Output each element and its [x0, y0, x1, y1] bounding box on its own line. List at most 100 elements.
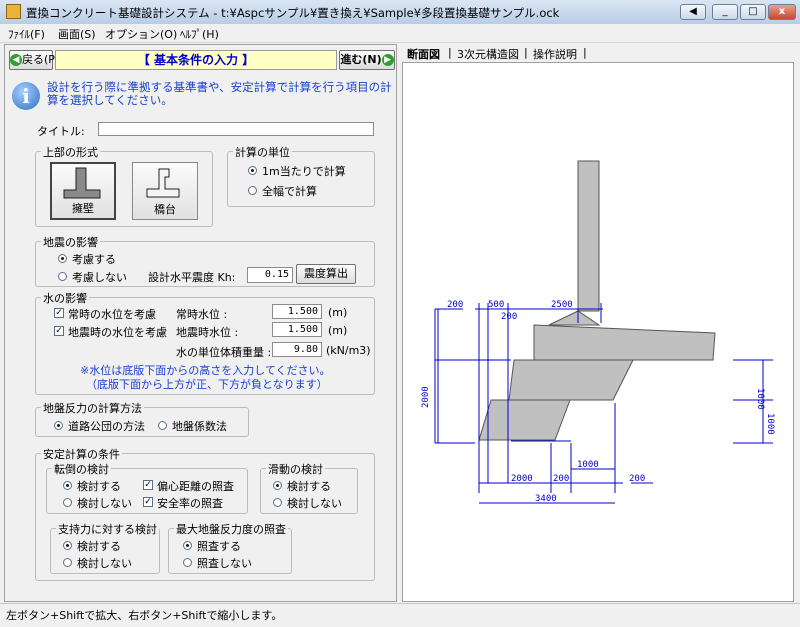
bearing-check-radio[interactable]: [63, 541, 72, 550]
safety-factor-label: 安全率の照査: [157, 497, 223, 510]
normal-level-label: 常時水位 :: [176, 308, 228, 321]
max-reaction-skip-radio[interactable]: [183, 558, 192, 567]
dim-1000-right-a: 1000: [755, 388, 765, 410]
sliding-group: 滑動の検討 検討する 検討しない: [260, 461, 358, 514]
overturn-skip-radio[interactable]: [63, 498, 72, 507]
max-reaction-check-label: 照査する: [197, 540, 241, 553]
water-label: 水の影響: [41, 290, 89, 306]
dim-200-top: 200: [447, 300, 463, 310]
section-drawing-svg: 200 500 200 2500 2000 1000 1000 1000 200…: [421, 160, 775, 504]
max-reaction-check-radio[interactable]: [183, 541, 192, 550]
water-note-2: （底版下面から上方が正、下方が負となります）: [86, 378, 328, 391]
calc-unit-label: 計算の単位: [233, 144, 292, 160]
seismic-consider-label: 考慮する: [72, 253, 116, 266]
retaining-wall-option[interactable]: 擁壁: [50, 162, 116, 220]
tab-help[interactable]: 操作説明: [533, 46, 577, 62]
dim-3400-bottom: 3400: [535, 494, 557, 504]
seismic-ignore-label: 考慮しない: [72, 271, 127, 284]
seismic-consider-radio[interactable]: [58, 254, 67, 263]
dim-200-bottom-b: 200: [629, 474, 645, 484]
app-icon: [6, 4, 21, 19]
status-bar: 左ボタン+Shiftで拡大、右ボタン+Shiftで縮小します。: [0, 603, 800, 627]
quake-water-checkbox[interactable]: ✓: [54, 326, 64, 336]
max-reaction-skip-label: 照査しない: [197, 557, 252, 570]
superstructure-group: 上部の形式 擁壁 橋台: [35, 144, 213, 227]
sliding-check-radio[interactable]: [273, 481, 282, 490]
quake-level-unit: (m): [328, 324, 348, 337]
menu-view[interactable]: 画面(S): [58, 26, 96, 42]
window-title: 置換コンクリート基礎設計システム - t:¥Aspcサンプル¥置き換え¥Samp…: [26, 6, 560, 20]
quake-water-label: 地震時の水位を考慮: [68, 326, 167, 339]
sliding-skip-label: 検討しない: [287, 497, 342, 510]
reaction-group: 地盤反力の計算方法 道路公団の方法 地盤係数法: [35, 400, 249, 437]
overturn-check-radio[interactable]: [63, 481, 72, 490]
normal-water-checkbox[interactable]: ✓: [54, 308, 64, 318]
status-text: 左ボタン+Shiftで拡大、右ボタン+Shiftで縮小します。: [6, 609, 283, 622]
next-button[interactable]: 進む(N) ▶: [339, 50, 395, 70]
normal-level-input[interactable]: 1.500: [272, 304, 322, 319]
reaction-coef-radio[interactable]: [158, 421, 167, 430]
section-title: 【 基本条件の入力 】: [55, 50, 337, 70]
bearing-skip-radio[interactable]: [63, 558, 72, 567]
title-label: タイトル:: [37, 125, 85, 138]
section-drawing[interactable]: 200 500 200 2500 2000 1000 1000 1000 200…: [402, 62, 794, 602]
dim-2000-left: 2000: [421, 386, 431, 408]
kh-input[interactable]: 0.15: [247, 267, 293, 283]
tab-section[interactable]: 断面図: [407, 46, 440, 62]
maximize-button[interactable]: □: [740, 4, 766, 20]
reaction-jh-radio[interactable]: [54, 421, 63, 430]
seismic-ignore-radio[interactable]: [58, 272, 67, 281]
dim-1000-right-b: 1000: [765, 413, 775, 435]
dim-2000-bottom: 2000: [511, 474, 533, 484]
back-button[interactable]: ◀ 戻る(P): [9, 50, 59, 70]
calc-unit-per-meter-radio[interactable]: [248, 166, 257, 175]
arrow-right-icon: ▶: [381, 54, 394, 66]
menu-file[interactable]: ﾌｧｲﾙ(F): [8, 26, 45, 42]
quake-level-input[interactable]: 1.500: [272, 322, 322, 337]
replacement-block-upper: [508, 359, 634, 401]
scroll-left-button[interactable]: ◀: [680, 4, 706, 20]
abutment-option[interactable]: 橋台: [132, 162, 198, 220]
wall-haunch: [548, 310, 601, 326]
view-tabs: 断面図 | 3次元構造図 | 操作説明 |: [398, 44, 796, 62]
unit-weight-input[interactable]: 9.80: [272, 342, 322, 357]
sliding-label: 滑動の検討: [266, 461, 325, 477]
tab-separator: |: [448, 46, 452, 59]
abutment-icon: [146, 168, 180, 198]
seismic-calc-button[interactable]: 震度算出: [296, 264, 356, 284]
minimize-button[interactable]: _: [712, 4, 738, 20]
normal-level-unit: (m): [328, 306, 348, 319]
calc-unit-full-width-radio[interactable]: [248, 186, 257, 195]
seismic-label: 地震の影響: [41, 234, 100, 250]
tab-3d[interactable]: 3次元構造図: [457, 46, 519, 62]
kh-label: 設計水平震度 Kh:: [148, 271, 236, 284]
menu-help[interactable]: ﾍﾙﾌﾟ(H): [180, 26, 219, 42]
unit-weight-unit: (kN/m3): [326, 344, 371, 357]
reaction-coef-label: 地盤係数法: [172, 420, 227, 433]
reaction-label: 地盤反力の計算方法: [41, 400, 144, 416]
unit-weight-label: 水の単位体積重量 :: [176, 346, 272, 359]
dim-1000-bottom: 1000: [577, 460, 599, 470]
bearing-label: 支持力に対する検討: [56, 521, 159, 537]
close-button[interactable]: x: [768, 4, 796, 20]
title-bar: 置換コンクリート基礎設計システム - t:¥Aspcサンプル¥置き換え¥Samp…: [0, 0, 800, 25]
retaining-wall-icon: [63, 167, 101, 199]
calc-unit-per-meter-label: 1m当たりで計算: [262, 165, 346, 178]
eccentricity-checkbox[interactable]: ✓: [143, 480, 153, 490]
dim-200-top-b: 200: [501, 312, 517, 322]
overturn-check-label: 検討する: [77, 480, 121, 493]
bearing-skip-label: 検討しない: [77, 557, 132, 570]
stability-label: 安定計算の条件: [41, 446, 122, 462]
max-reaction-label: 最大地盤反力度の照査: [174, 521, 288, 537]
input-panel: ◀ 戻る(P) 【 基本条件の入力 】 進む(N) ▶ i 設計を行う際に準拠する基…: [4, 44, 397, 602]
overturn-skip-label: 検討しない: [77, 497, 132, 510]
safety-factor-checkbox[interactable]: ✓: [143, 497, 153, 507]
sliding-skip-radio[interactable]: [273, 498, 282, 507]
footing-slab: [533, 324, 716, 361]
tab-separator: |: [524, 46, 528, 59]
title-input[interactable]: [98, 122, 374, 136]
stability-group: 安定計算の条件 転倒の検討 検討する 検討しない ✓ 偏心距離の照査 ✓ 安全率…: [35, 446, 375, 581]
water-group: 水の影響 ✓ 常時の水位を考慮 ✓ 地震時の水位を考慮 常時水位 : 1.500…: [35, 290, 375, 395]
menu-options[interactable]: オプション(O): [105, 26, 177, 42]
bearing-check-label: 検討する: [77, 540, 121, 553]
